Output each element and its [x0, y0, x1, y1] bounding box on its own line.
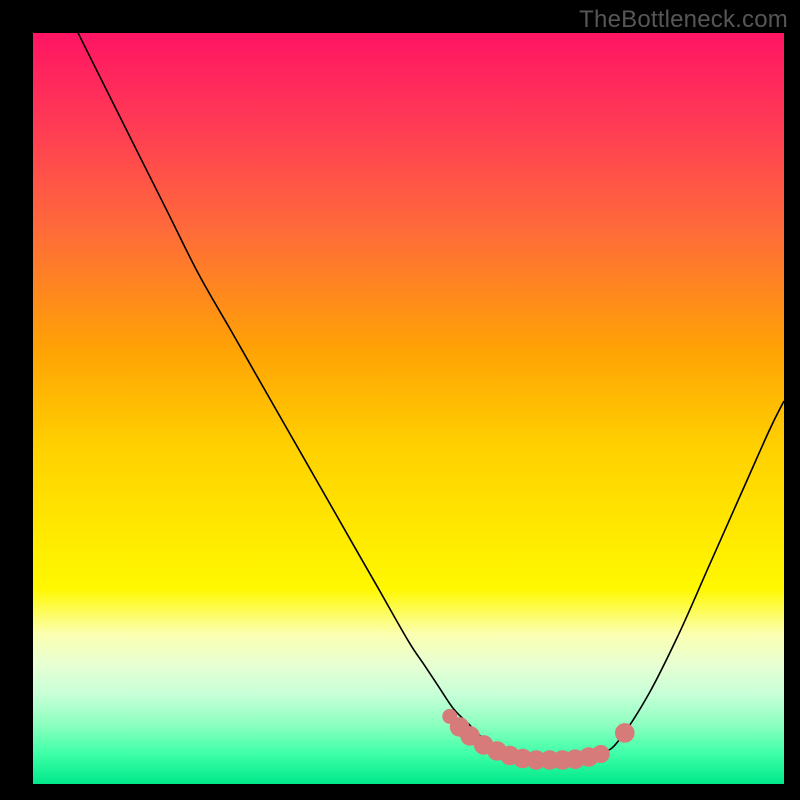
plot-area: [33, 33, 784, 784]
bottleneck-curve: [78, 33, 784, 760]
watermark-text: TheBottleneck.com: [579, 6, 788, 34]
curve-marker: [592, 745, 610, 763]
curve-layer: [33, 33, 784, 784]
curve-markers: [442, 709, 634, 770]
chart-frame: TheBottleneck.com: [0, 0, 800, 800]
curve-marker: [615, 723, 635, 743]
